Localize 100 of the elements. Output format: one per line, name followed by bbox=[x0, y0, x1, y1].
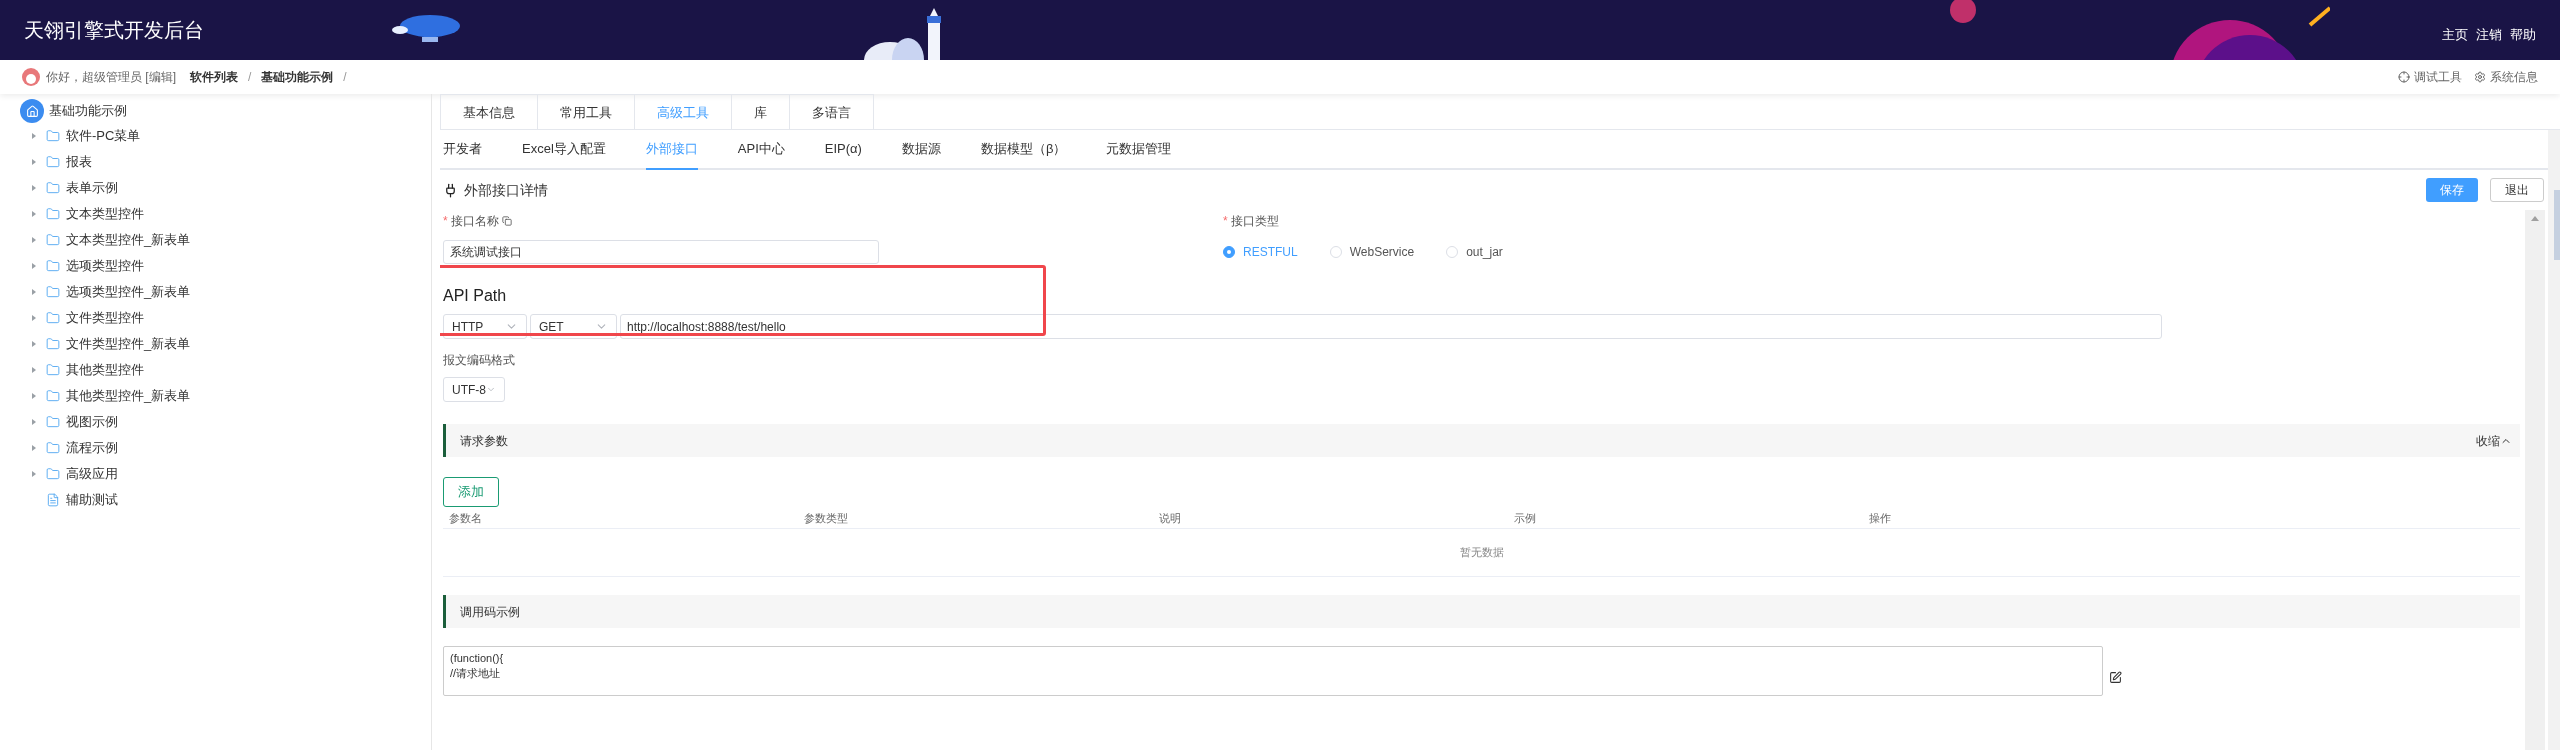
required-mark: * bbox=[443, 213, 448, 230]
folder-icon bbox=[46, 155, 60, 169]
tree-item[interactable]: 选项类型控件 bbox=[66, 256, 144, 276]
tree-item[interactable]: 选项类型控件_新表单 bbox=[66, 282, 191, 302]
tree-item[interactable]: 辅助测试 bbox=[66, 490, 118, 510]
avatar-icon bbox=[22, 68, 40, 86]
caret-icon[interactable] bbox=[30, 132, 38, 140]
select-field[interactable]: HTTP bbox=[443, 314, 527, 339]
subtab[interactable]: 开发者 bbox=[443, 130, 482, 170]
subtab[interactable]: API中心 bbox=[737, 130, 785, 170]
column-header: 参数类型 bbox=[804, 511, 849, 527]
folder-icon bbox=[46, 207, 60, 221]
caret-icon[interactable] bbox=[30, 470, 38, 478]
caret-icon[interactable] bbox=[30, 288, 38, 296]
radio-label[interactable]: WebService bbox=[1349, 243, 1415, 261]
caret-icon[interactable] bbox=[30, 418, 38, 426]
required-mark: * bbox=[1223, 213, 1228, 230]
caret-icon[interactable] bbox=[30, 444, 38, 452]
name-input[interactable]: 系统调试接口 bbox=[443, 240, 879, 264]
subtab[interactable]: 元数据管理 bbox=[1106, 130, 1172, 170]
tree-item[interactable]: 视图示例 bbox=[66, 412, 118, 432]
tree-item[interactable]: 软件-PC菜单 bbox=[66, 126, 141, 146]
add-button[interactable]: 添加 bbox=[443, 477, 499, 507]
toolbar-link[interactable]: 调试工具 bbox=[2398, 68, 2462, 86]
empty-text: 暂无数据 bbox=[1459, 545, 1504, 561]
section-title: 请求参数 bbox=[460, 432, 508, 450]
edit-icon[interactable] bbox=[2109, 671, 2122, 684]
subtab[interactable]: 数据模型（β） bbox=[980, 130, 1067, 170]
folder-icon bbox=[46, 311, 60, 325]
radio-button[interactable] bbox=[1223, 246, 1235, 258]
header-link[interactable]: 帮助 bbox=[2510, 25, 2536, 45]
caret-icon[interactable] bbox=[30, 340, 38, 348]
toolbar-link[interactable]: 系统信息 bbox=[2474, 68, 2538, 86]
breadcrumb-link[interactable]: 基础功能示例 bbox=[261, 68, 334, 86]
code-line: //请求地址 bbox=[450, 666, 502, 681]
column-header: 参数名 bbox=[449, 511, 483, 527]
folder-icon bbox=[46, 415, 60, 429]
folder-icon bbox=[46, 129, 60, 143]
subtab[interactable]: Excel导入配置 bbox=[522, 130, 606, 170]
caret-icon[interactable] bbox=[30, 314, 38, 322]
tab[interactable]: 基本信息 bbox=[440, 94, 538, 130]
caret-icon[interactable] bbox=[30, 366, 38, 374]
field-label: 报文编码格式 bbox=[443, 352, 516, 369]
copy-icon[interactable] bbox=[501, 216, 512, 226]
caret-icon[interactable] bbox=[30, 184, 38, 192]
radio-label[interactable]: out_jar bbox=[1466, 243, 1503, 261]
caret-icon[interactable] bbox=[30, 392, 38, 400]
subtab[interactable]: 数据源 bbox=[901, 130, 941, 170]
header-link[interactable]: 主页 bbox=[2442, 25, 2468, 45]
tree-item[interactable]: 高级应用 bbox=[66, 464, 118, 484]
app-title: 天翎引擎式开发后台 bbox=[24, 18, 204, 43]
tree-item[interactable]: 报表 bbox=[66, 152, 92, 172]
settings-icon bbox=[2474, 71, 2486, 83]
select-field[interactable]: UTF-8 bbox=[443, 377, 505, 402]
tree-item[interactable]: 表单示例 bbox=[66, 178, 118, 198]
field-label: * 接口类型 bbox=[1223, 212, 1280, 230]
column-header: 说明 bbox=[1159, 511, 1182, 527]
column-header: 示例 bbox=[1514, 511, 1537, 527]
breadcrumb-link[interactable]: 软件列表 bbox=[190, 68, 238, 86]
caret-icon[interactable] bbox=[30, 262, 38, 270]
caret-icon[interactable] bbox=[30, 158, 38, 166]
document-icon bbox=[46, 493, 60, 507]
crosshair-icon bbox=[2398, 71, 2410, 83]
breadcrumb-separator: / bbox=[248, 69, 252, 86]
caret-icon[interactable] bbox=[30, 210, 38, 218]
scroll-up-arrow-icon[interactable] bbox=[2531, 216, 2539, 221]
greeting-text: 你好，超级管理员 [编辑] bbox=[46, 69, 176, 86]
subtab[interactable]: EIP(α) bbox=[824, 130, 862, 170]
folder-icon bbox=[46, 285, 60, 299]
code-textarea[interactable]: (function(){ //请求地址 bbox=[443, 646, 2103, 696]
folder-icon bbox=[46, 441, 60, 455]
tree-item[interactable]: 文件类型控件_新表单 bbox=[66, 334, 191, 354]
code-line: (function(){ bbox=[450, 651, 505, 666]
header-link[interactable]: 注销 bbox=[2476, 25, 2502, 45]
tree-item[interactable]: 流程示例 bbox=[66, 438, 118, 458]
folder-icon bbox=[46, 467, 60, 481]
field-label: * 接口名称 bbox=[443, 212, 1223, 230]
caret-icon[interactable] bbox=[30, 236, 38, 244]
select-field[interactable]: GET bbox=[530, 314, 617, 339]
tree-item[interactable]: 其他类型控件_新表单 bbox=[66, 386, 191, 406]
folder-icon bbox=[46, 337, 60, 351]
exit-button[interactable]: 退出 bbox=[2490, 178, 2544, 202]
folder-icon bbox=[46, 363, 60, 377]
url-input[interactable]: http://localhost:8888/test/hello bbox=[620, 314, 2162, 339]
tab[interactable]: 多语言 bbox=[790, 94, 874, 130]
breadcrumb-separator: / bbox=[343, 69, 347, 86]
tab[interactable]: 库 bbox=[732, 94, 790, 130]
collapse-toggle[interactable]: 收缩 bbox=[2476, 431, 2512, 450]
tree-root-label[interactable]: 基础功能示例 bbox=[49, 101, 127, 121]
tree-item[interactable]: 其他类型控件 bbox=[66, 360, 144, 380]
tree-item[interactable]: 文本类型控件 bbox=[66, 204, 144, 224]
folder-icon bbox=[46, 233, 60, 247]
folder-icon bbox=[46, 181, 60, 195]
tree-item[interactable]: 文件类型控件 bbox=[66, 308, 144, 328]
home-icon bbox=[20, 99, 44, 123]
folder-icon bbox=[46, 259, 60, 273]
api-path-title: API Path bbox=[443, 286, 508, 306]
folder-icon bbox=[46, 389, 60, 403]
tab[interactable]: 常用工具 bbox=[538, 94, 635, 130]
tree-item[interactable]: 文本类型控件_新表单 bbox=[66, 230, 191, 250]
